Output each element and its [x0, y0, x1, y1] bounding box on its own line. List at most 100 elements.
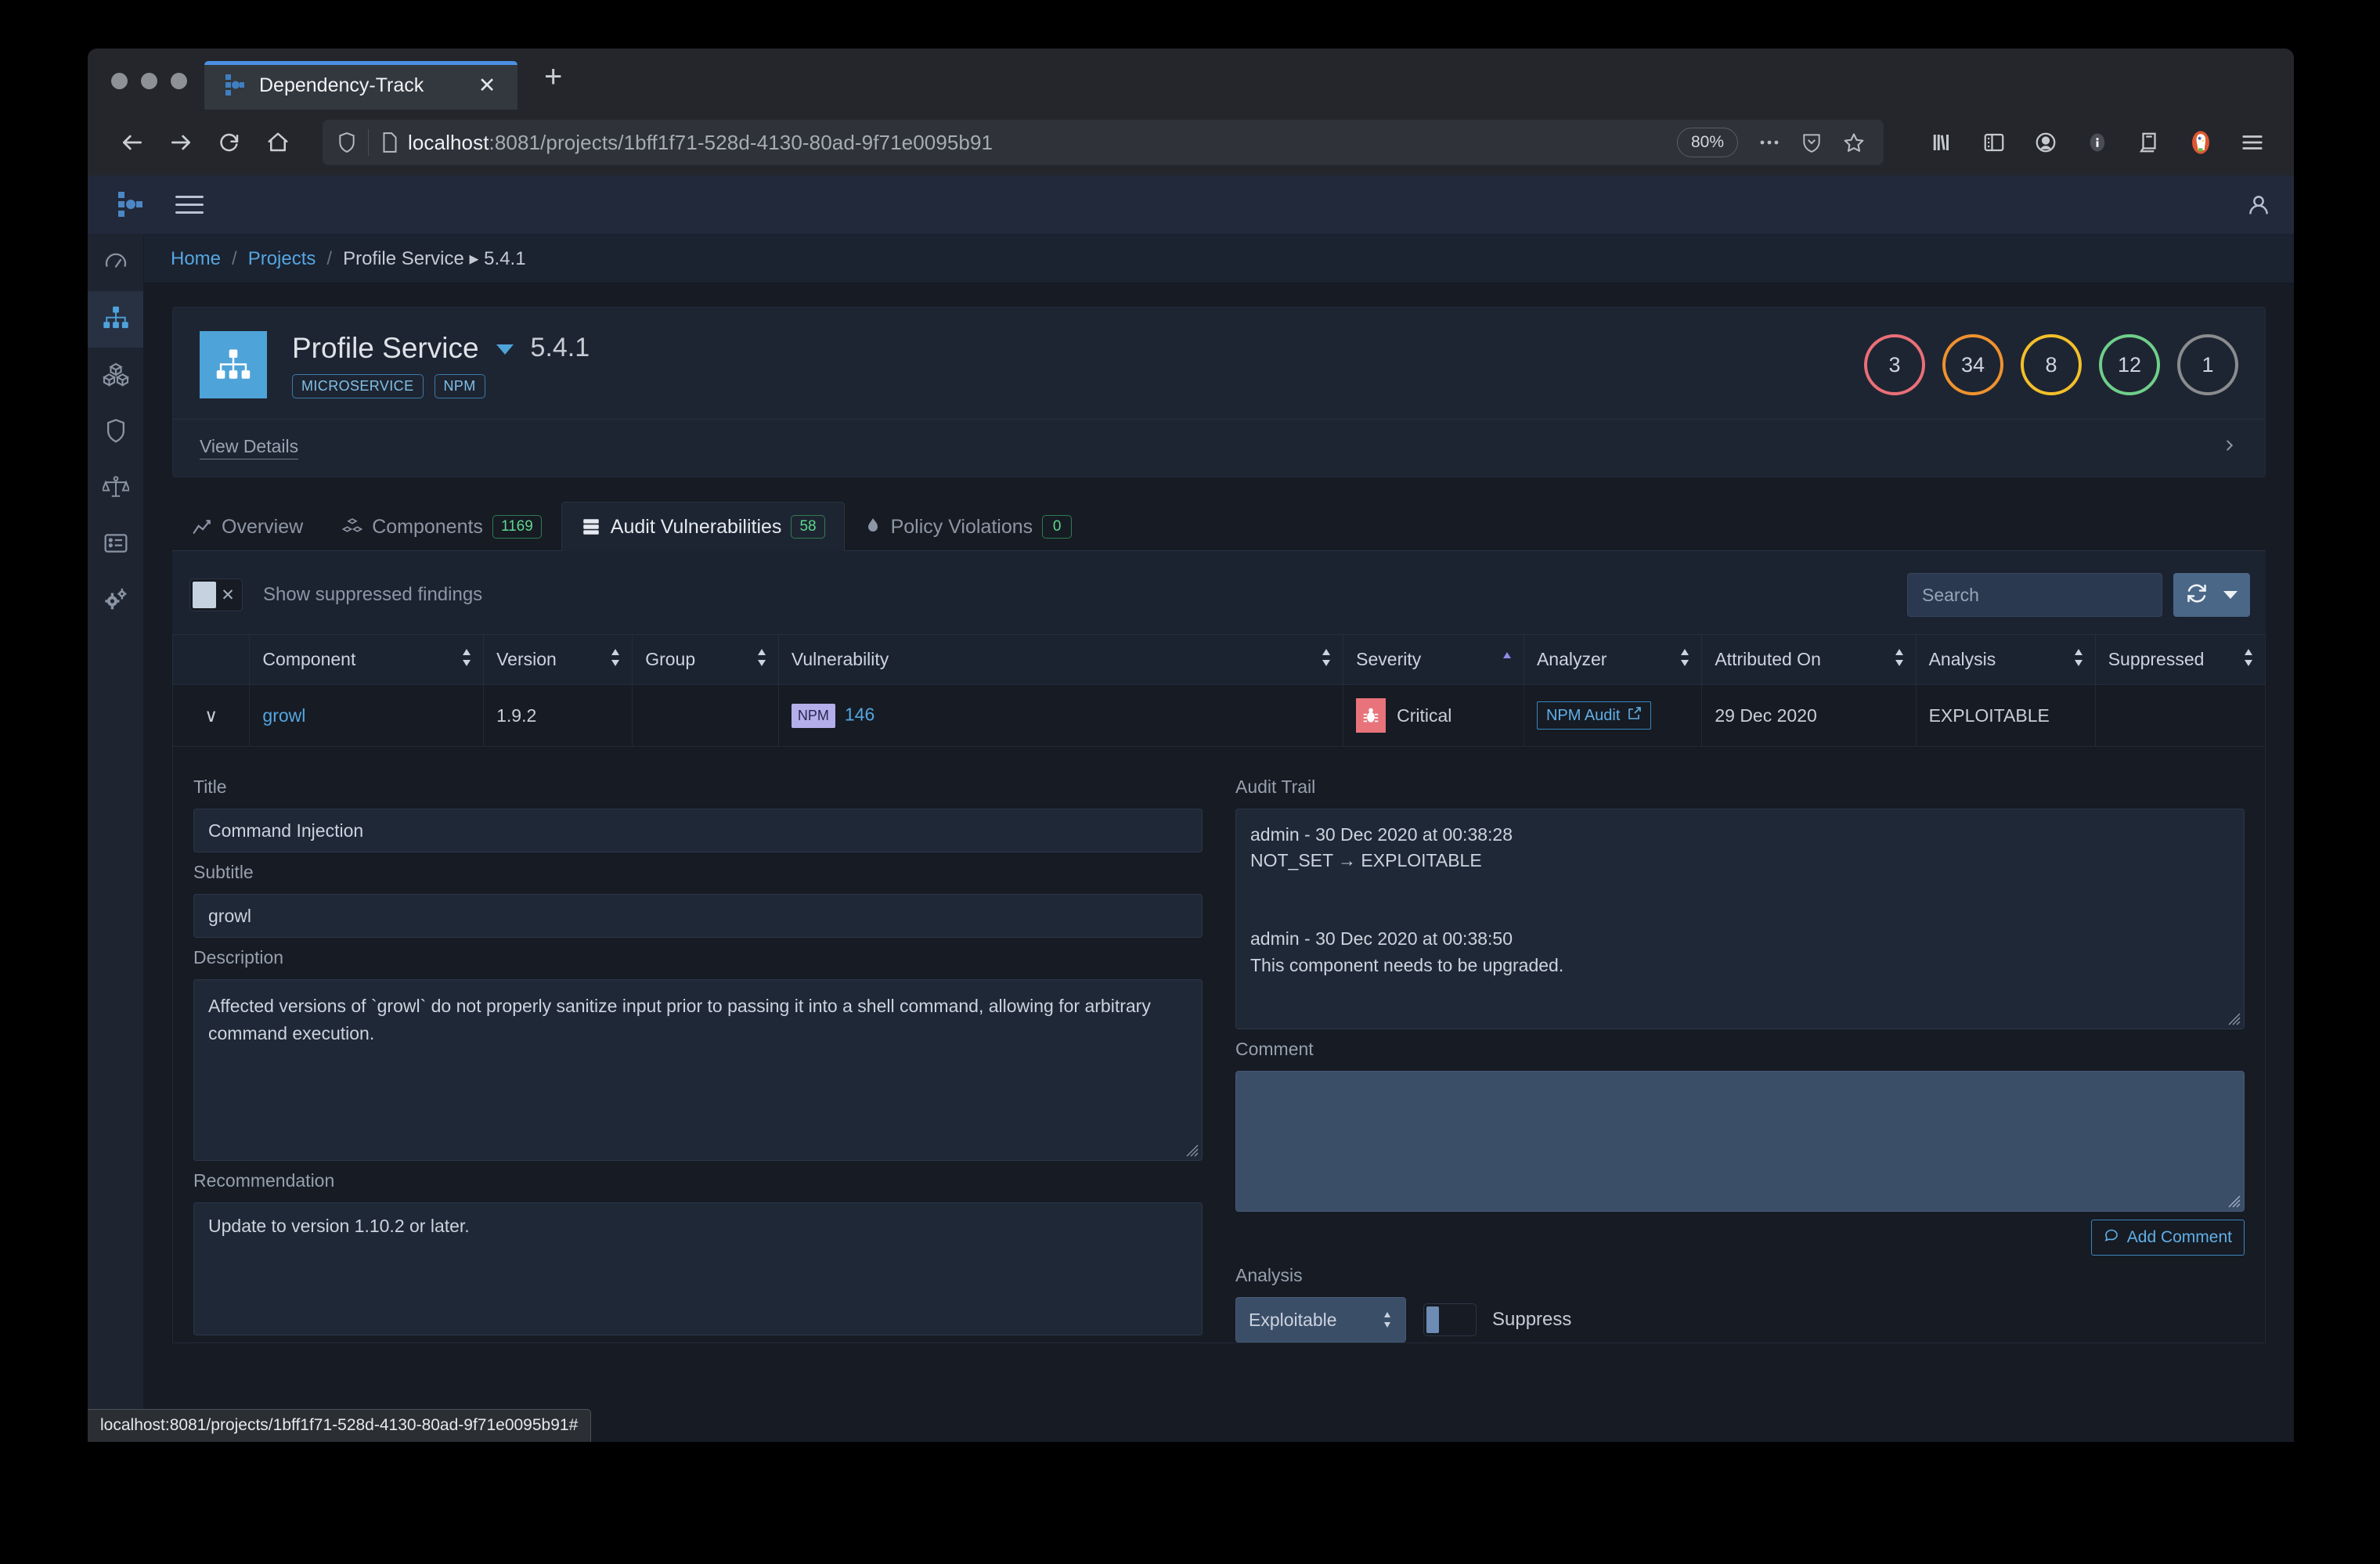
- dependency-track-logo-icon[interactable]: [117, 190, 144, 220]
- column-label: Version: [496, 649, 557, 669]
- column-group[interactable]: Group: [633, 635, 779, 685]
- menu-icon[interactable]: [2231, 121, 2274, 164]
- desktop-background: Dependency-Track ✕ +: [0, 0, 2380, 1564]
- info-icon[interactable]: [2076, 121, 2119, 164]
- sort-ascending-icon[interactable]: [1502, 647, 1513, 672]
- row-expander[interactable]: ∨: [173, 685, 250, 747]
- severity-counter-unassigned[interactable]: 1: [2177, 334, 2238, 395]
- chevron-down-icon[interactable]: [2223, 591, 2238, 599]
- sort-icon[interactable]: [1894, 647, 1905, 672]
- browser-tab[interactable]: Dependency-Track ✕: [204, 61, 517, 110]
- column-severity[interactable]: Severity: [1343, 635, 1524, 685]
- component-link[interactable]: growl: [262, 705, 305, 726]
- column-label: Attributed On: [1715, 649, 1821, 669]
- breadcrumb-projects[interactable]: Projects: [248, 248, 316, 270]
- library-icon[interactable]: [1921, 121, 1964, 164]
- severity-counter-high[interactable]: 34: [1942, 334, 2003, 395]
- project-tag[interactable]: NPM: [435, 374, 485, 398]
- back-arrow-icon[interactable]: [108, 118, 157, 167]
- tab-overview[interactable]: Overview: [172, 503, 323, 551]
- user-avatar-icon[interactable]: [2245, 192, 2272, 218]
- reload-icon[interactable]: [205, 118, 254, 167]
- sort-icon[interactable]: [2243, 647, 2254, 672]
- chevron-down-icon[interactable]: [496, 344, 514, 355]
- ellipsis-icon[interactable]: [1751, 124, 1788, 161]
- app-body: Home / Projects / Profile Service ▸ 5.4.…: [88, 235, 2294, 1442]
- column-vulnerability[interactable]: Vulnerability: [778, 635, 1343, 685]
- new-tab-button[interactable]: +: [517, 61, 562, 110]
- window-controls[interactable]: [88, 73, 204, 110]
- star-icon[interactable]: [1835, 124, 1873, 161]
- column-analyzer[interactable]: Analyzer: [1524, 635, 1701, 685]
- sort-icon[interactable]: [461, 647, 472, 672]
- tab-policy-violations[interactable]: Policy Violations 0: [845, 502, 1092, 551]
- search-input[interactable]: [1907, 573, 2162, 617]
- description-field[interactable]: Affected versions of `growl` do not prop…: [193, 979, 1203, 1161]
- sidebar-icon[interactable]: [1973, 121, 2015, 164]
- vulnerability-link[interactable]: 146: [845, 704, 874, 724]
- breadcrumb-home[interactable]: Home: [171, 248, 221, 270]
- column-attributed-on[interactable]: Attributed On: [1702, 635, 1916, 685]
- audit-trail-field[interactable]: admin - 30 Dec 2020 at 00:38:28 NOT_SET …: [1235, 809, 2245, 1029]
- account-icon[interactable]: [2025, 121, 2067, 164]
- sidebar-item-administration[interactable]: [88, 573, 143, 629]
- recommendation-field[interactable]: Update to version 1.10.2 or later.: [193, 1202, 1203, 1335]
- analyzer-chip[interactable]: NPM Audit: [1537, 701, 1651, 730]
- analysis-select[interactable]: Exploitable: [1235, 1297, 1406, 1342]
- home-icon[interactable]: [254, 118, 302, 167]
- browser-window: Dependency-Track ✕ +: [88, 49, 2294, 1442]
- forward-arrow-icon[interactable]: [157, 118, 205, 167]
- sidebar-item-vulnerabilities[interactable]: [88, 404, 143, 460]
- comment-field[interactable]: [1235, 1071, 2245, 1212]
- subtitle-field[interactable]: growl: [193, 894, 1203, 938]
- show-suppressed-toggle[interactable]: ✕: [189, 578, 243, 611]
- tab-components[interactable]: Components 1169: [323, 502, 561, 551]
- analyzer-label: NPM Audit: [1546, 707, 1620, 725]
- close-tab-button[interactable]: ✕: [475, 75, 499, 96]
- suppress-toggle[interactable]: [1423, 1303, 1477, 1336]
- severity-counter-medium[interactable]: 8: [2021, 334, 2082, 395]
- hamburger-menu-icon[interactable]: [175, 196, 204, 214]
- sidebar-item-components[interactable]: [88, 348, 143, 404]
- view-details-link[interactable]: View Details: [200, 436, 298, 459]
- url-text[interactable]: localhost:8081/projects/1bff1f71-528d-41…: [408, 131, 1677, 155]
- sort-icon[interactable]: [1679, 647, 1690, 672]
- toggle-x-label: ✕: [216, 586, 240, 605]
- duckduckgo-icon[interactable]: [2180, 121, 2222, 164]
- sort-icon[interactable]: [610, 647, 621, 672]
- column-analysis[interactable]: Analysis: [1916, 635, 2095, 685]
- sidebar-item-audit-log[interactable]: [88, 517, 143, 573]
- tab-audit-vulnerabilities[interactable]: Audit Vulnerabilities 58: [561, 502, 845, 551]
- refresh-button[interactable]: [2173, 573, 2250, 617]
- sidebar-item-dashboard[interactable]: [88, 235, 143, 291]
- shield-icon[interactable]: [337, 131, 368, 154]
- project-tag[interactable]: MICROSERVICE: [292, 374, 424, 398]
- page-content: Profile Service 5.4.1 MICROSERVICE NPM: [144, 283, 2294, 1442]
- close-window-button[interactable]: [111, 73, 128, 89]
- sitemap-icon: [200, 331, 267, 398]
- add-comment-button[interactable]: Add Comment: [2091, 1220, 2245, 1256]
- severity-counter-critical[interactable]: 3: [1864, 334, 1925, 395]
- column-version[interactable]: Version: [484, 635, 633, 685]
- maximize-window-button[interactable]: [171, 73, 187, 89]
- project-version: 5.4.1: [531, 333, 590, 363]
- zoom-level-indicator[interactable]: 80%: [1677, 128, 1738, 157]
- minimize-window-button[interactable]: [141, 73, 157, 89]
- sidebar-item-projects[interactable]: [88, 291, 143, 348]
- chevron-right-icon[interactable]: [2221, 435, 2238, 459]
- sidebar-item-policy[interactable]: [88, 460, 143, 517]
- column-component[interactable]: Component: [250, 635, 484, 685]
- browser-tab-strip: Dependency-Track ✕ +: [88, 49, 2294, 110]
- severity-counter-low[interactable]: 12: [2099, 334, 2160, 395]
- sort-icon[interactable]: [1321, 647, 1332, 672]
- table-row[interactable]: ∨ growl 1.9.2 NPM146: [173, 685, 2266, 747]
- column-label: Vulnerability: [792, 649, 889, 669]
- page-icon[interactable]: [369, 132, 408, 153]
- pocket-icon[interactable]: [1793, 124, 1830, 161]
- column-suppressed[interactable]: Suppressed: [2095, 635, 2265, 685]
- sort-icon[interactable]: [756, 647, 767, 672]
- screenshot-icon[interactable]: [2128, 121, 2170, 164]
- sort-icon[interactable]: [2073, 647, 2084, 672]
- title-field[interactable]: Command Injection: [193, 809, 1203, 852]
- url-bar[interactable]: localhost:8081/projects/1bff1f71-528d-41…: [323, 120, 1884, 165]
